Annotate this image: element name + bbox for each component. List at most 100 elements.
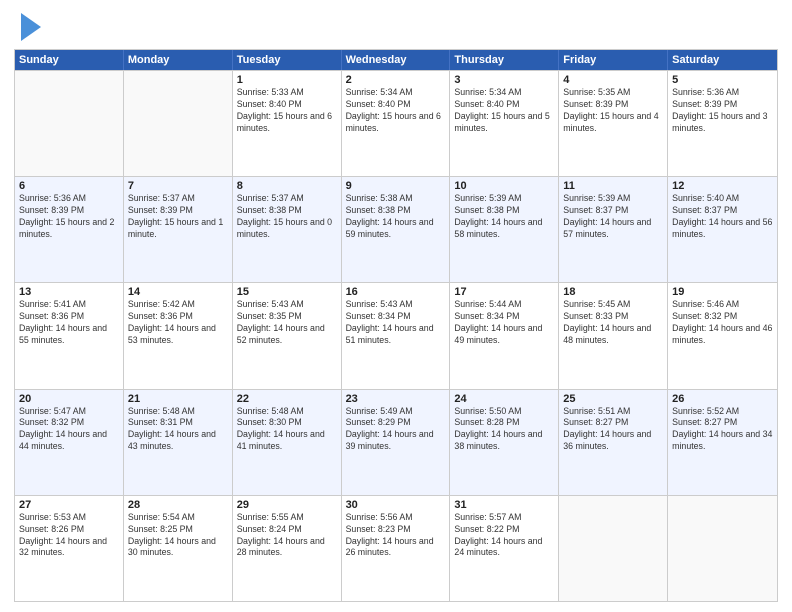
day-info: Sunrise: 5:44 AMSunset: 8:34 PMDaylight:… [454, 299, 554, 347]
day-info: Sunrise: 5:42 AMSunset: 8:36 PMDaylight:… [128, 299, 228, 347]
day-info: Sunrise: 5:37 AMSunset: 8:38 PMDaylight:… [237, 193, 337, 241]
day-number: 15 [237, 286, 337, 298]
day-info: Sunrise: 5:46 AMSunset: 8:32 PMDaylight:… [672, 299, 773, 347]
day-info: Sunrise: 5:54 AMSunset: 8:25 PMDaylight:… [128, 512, 228, 560]
day-info: Sunrise: 5:43 AMSunset: 8:34 PMDaylight:… [346, 299, 446, 347]
calendar-cell [668, 496, 777, 601]
day-number: 5 [672, 74, 773, 86]
day-info: Sunrise: 5:34 AMSunset: 8:40 PMDaylight:… [454, 87, 554, 135]
day-info: Sunrise: 5:56 AMSunset: 8:23 PMDaylight:… [346, 512, 446, 560]
day-info: Sunrise: 5:48 AMSunset: 8:30 PMDaylight:… [237, 406, 337, 454]
calendar-cell: 15Sunrise: 5:43 AMSunset: 8:35 PMDayligh… [233, 283, 342, 388]
calendar-header: SundayMondayTuesdayWednesdayThursdayFrid… [15, 50, 777, 70]
day-info: Sunrise: 5:50 AMSunset: 8:28 PMDaylight:… [454, 406, 554, 454]
day-number: 11 [563, 180, 663, 192]
calendar-cell: 10Sunrise: 5:39 AMSunset: 8:38 PMDayligh… [450, 177, 559, 282]
calendar-cell: 20Sunrise: 5:47 AMSunset: 8:32 PMDayligh… [15, 390, 124, 495]
day-number: 17 [454, 286, 554, 298]
logo [14, 10, 41, 41]
calendar-cell: 16Sunrise: 5:43 AMSunset: 8:34 PMDayligh… [342, 283, 451, 388]
day-info: Sunrise: 5:48 AMSunset: 8:31 PMDaylight:… [128, 406, 228, 454]
day-info: Sunrise: 5:53 AMSunset: 8:26 PMDaylight:… [19, 512, 119, 560]
calendar-row-3: 13Sunrise: 5:41 AMSunset: 8:36 PMDayligh… [15, 282, 777, 388]
calendar-cell: 30Sunrise: 5:56 AMSunset: 8:23 PMDayligh… [342, 496, 451, 601]
weekday-header-friday: Friday [559, 50, 668, 70]
calendar-cell: 22Sunrise: 5:48 AMSunset: 8:30 PMDayligh… [233, 390, 342, 495]
day-number: 19 [672, 286, 773, 298]
calendar-cell: 31Sunrise: 5:57 AMSunset: 8:22 PMDayligh… [450, 496, 559, 601]
day-number: 3 [454, 74, 554, 86]
day-number: 13 [19, 286, 119, 298]
calendar-cell: 21Sunrise: 5:48 AMSunset: 8:31 PMDayligh… [124, 390, 233, 495]
calendar-cell: 27Sunrise: 5:53 AMSunset: 8:26 PMDayligh… [15, 496, 124, 601]
calendar-cell: 13Sunrise: 5:41 AMSunset: 8:36 PMDayligh… [15, 283, 124, 388]
day-info: Sunrise: 5:41 AMSunset: 8:36 PMDaylight:… [19, 299, 119, 347]
calendar-cell: 28Sunrise: 5:54 AMSunset: 8:25 PMDayligh… [124, 496, 233, 601]
calendar-body: 1Sunrise: 5:33 AMSunset: 8:40 PMDaylight… [15, 70, 777, 601]
day-number: 8 [237, 180, 337, 192]
day-number: 28 [128, 499, 228, 511]
day-number: 27 [19, 499, 119, 511]
calendar-cell: 2Sunrise: 5:34 AMSunset: 8:40 PMDaylight… [342, 71, 451, 176]
day-info: Sunrise: 5:43 AMSunset: 8:35 PMDaylight:… [237, 299, 337, 347]
day-number: 31 [454, 499, 554, 511]
logo-arrow-icon [21, 13, 41, 41]
day-info: Sunrise: 5:47 AMSunset: 8:32 PMDaylight:… [19, 406, 119, 454]
day-info: Sunrise: 5:39 AMSunset: 8:37 PMDaylight:… [563, 193, 663, 241]
calendar-cell: 24Sunrise: 5:50 AMSunset: 8:28 PMDayligh… [450, 390, 559, 495]
day-number: 26 [672, 393, 773, 405]
day-number: 12 [672, 180, 773, 192]
weekday-header-saturday: Saturday [668, 50, 777, 70]
day-info: Sunrise: 5:36 AMSunset: 8:39 PMDaylight:… [672, 87, 773, 135]
header [14, 10, 778, 41]
calendar-cell: 3Sunrise: 5:34 AMSunset: 8:40 PMDaylight… [450, 71, 559, 176]
page: SundayMondayTuesdayWednesdayThursdayFrid… [0, 0, 792, 612]
calendar-cell: 8Sunrise: 5:37 AMSunset: 8:38 PMDaylight… [233, 177, 342, 282]
day-info: Sunrise: 5:40 AMSunset: 8:37 PMDaylight:… [672, 193, 773, 241]
day-number: 30 [346, 499, 446, 511]
day-info: Sunrise: 5:45 AMSunset: 8:33 PMDaylight:… [563, 299, 663, 347]
day-number: 25 [563, 393, 663, 405]
day-number: 20 [19, 393, 119, 405]
calendar-cell [15, 71, 124, 176]
day-number: 29 [237, 499, 337, 511]
calendar-cell: 26Sunrise: 5:52 AMSunset: 8:27 PMDayligh… [668, 390, 777, 495]
day-number: 2 [346, 74, 446, 86]
day-number: 18 [563, 286, 663, 298]
calendar-row-2: 6Sunrise: 5:36 AMSunset: 8:39 PMDaylight… [15, 176, 777, 282]
calendar-cell: 18Sunrise: 5:45 AMSunset: 8:33 PMDayligh… [559, 283, 668, 388]
calendar-cell [124, 71, 233, 176]
day-info: Sunrise: 5:51 AMSunset: 8:27 PMDaylight:… [563, 406, 663, 454]
calendar-cell: 12Sunrise: 5:40 AMSunset: 8:37 PMDayligh… [668, 177, 777, 282]
day-number: 22 [237, 393, 337, 405]
calendar-cell: 23Sunrise: 5:49 AMSunset: 8:29 PMDayligh… [342, 390, 451, 495]
calendar-cell [559, 496, 668, 601]
day-number: 9 [346, 180, 446, 192]
day-info: Sunrise: 5:38 AMSunset: 8:38 PMDaylight:… [346, 193, 446, 241]
day-number: 16 [346, 286, 446, 298]
day-info: Sunrise: 5:33 AMSunset: 8:40 PMDaylight:… [237, 87, 337, 135]
calendar-cell: 5Sunrise: 5:36 AMSunset: 8:39 PMDaylight… [668, 71, 777, 176]
calendar: SundayMondayTuesdayWednesdayThursdayFrid… [14, 49, 778, 602]
day-number: 23 [346, 393, 446, 405]
calendar-row-5: 27Sunrise: 5:53 AMSunset: 8:26 PMDayligh… [15, 495, 777, 601]
day-info: Sunrise: 5:39 AMSunset: 8:38 PMDaylight:… [454, 193, 554, 241]
weekday-header-thursday: Thursday [450, 50, 559, 70]
day-info: Sunrise: 5:52 AMSunset: 8:27 PMDaylight:… [672, 406, 773, 454]
weekday-header-sunday: Sunday [15, 50, 124, 70]
day-info: Sunrise: 5:35 AMSunset: 8:39 PMDaylight:… [563, 87, 663, 135]
day-info: Sunrise: 5:36 AMSunset: 8:39 PMDaylight:… [19, 193, 119, 241]
weekday-header-monday: Monday [124, 50, 233, 70]
calendar-cell: 17Sunrise: 5:44 AMSunset: 8:34 PMDayligh… [450, 283, 559, 388]
day-number: 6 [19, 180, 119, 192]
calendar-cell: 4Sunrise: 5:35 AMSunset: 8:39 PMDaylight… [559, 71, 668, 176]
day-info: Sunrise: 5:57 AMSunset: 8:22 PMDaylight:… [454, 512, 554, 560]
calendar-cell: 9Sunrise: 5:38 AMSunset: 8:38 PMDaylight… [342, 177, 451, 282]
day-number: 1 [237, 74, 337, 86]
calendar-cell: 25Sunrise: 5:51 AMSunset: 8:27 PMDayligh… [559, 390, 668, 495]
calendar-cell: 1Sunrise: 5:33 AMSunset: 8:40 PMDaylight… [233, 71, 342, 176]
calendar-cell: 19Sunrise: 5:46 AMSunset: 8:32 PMDayligh… [668, 283, 777, 388]
day-info: Sunrise: 5:55 AMSunset: 8:24 PMDaylight:… [237, 512, 337, 560]
weekday-header-tuesday: Tuesday [233, 50, 342, 70]
calendar-cell: 14Sunrise: 5:42 AMSunset: 8:36 PMDayligh… [124, 283, 233, 388]
